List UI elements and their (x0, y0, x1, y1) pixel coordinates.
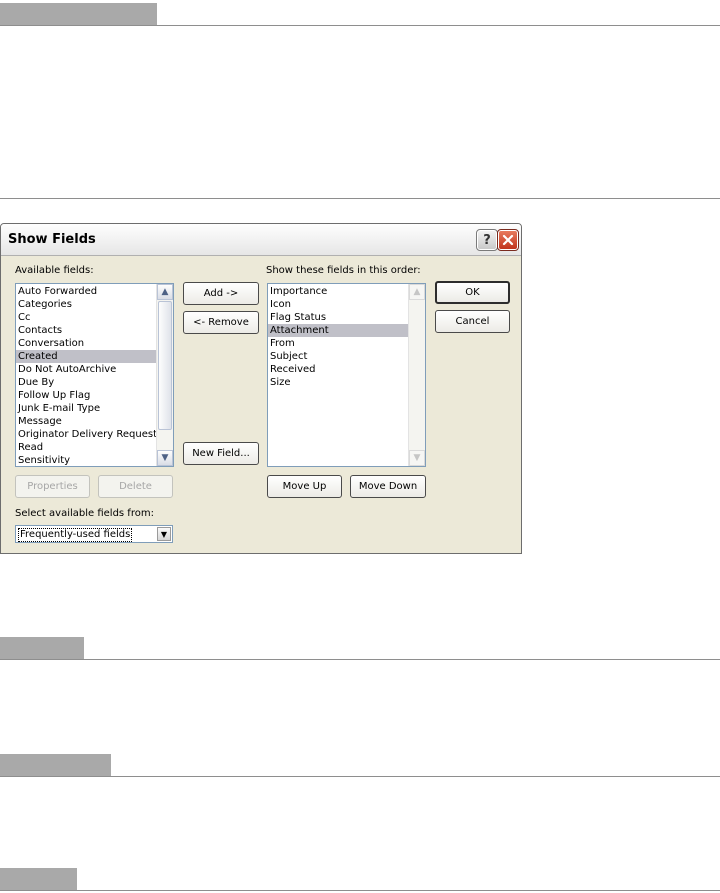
list-item[interactable]: Junk E-mail Type (16, 402, 156, 415)
show-fields-label: Show these fields in this order: (266, 265, 421, 276)
section-tab-3 (0, 868, 77, 890)
list-item[interactable]: Icon (268, 298, 408, 311)
move-up-button[interactable]: Move Up (267, 475, 342, 498)
available-list-scrollbar[interactable]: ▲ ▼ (156, 284, 173, 466)
list-item[interactable]: Sensitivity (16, 454, 156, 466)
section-rule-2 (0, 776, 720, 777)
list-item[interactable]: Created (16, 350, 156, 363)
list-item[interactable]: Originator Delivery Requested (16, 428, 156, 441)
list-item[interactable]: Size (268, 376, 408, 389)
dialog-title: Show Fields (8, 232, 96, 247)
shown-fields-list[interactable]: Importance Icon Flag Status Attachment From S… (267, 283, 426, 467)
list-item[interactable]: Read (16, 441, 156, 454)
delete-button[interactable]: Delete (98, 475, 173, 498)
header-tab (0, 3, 157, 25)
list-item[interactable]: Conversation (16, 337, 156, 350)
scroll-thumb[interactable] (158, 301, 172, 430)
question-mark-icon: ? (483, 232, 491, 248)
select-from-dropdown[interactable]: Frequently-used fields ▼ (15, 525, 173, 543)
header-rule (0, 25, 720, 26)
section-rule-1 (0, 659, 720, 660)
help-button[interactable]: ? (476, 229, 498, 251)
shown-list-scrollbar: ▲ ▼ (408, 284, 425, 466)
list-item[interactable]: Cc (16, 311, 156, 324)
list-item[interactable]: Attachment (268, 324, 408, 337)
scroll-up-arrow-icon: ▲ (409, 284, 425, 300)
list-item[interactable]: Contacts (16, 324, 156, 337)
list-item[interactable]: Due By (16, 376, 156, 389)
list-item[interactable]: Received (268, 363, 408, 376)
properties-button[interactable]: Properties (15, 475, 90, 498)
section-tab-2 (0, 754, 111, 776)
list-item[interactable]: Categories (16, 298, 156, 311)
available-fields-list[interactable]: Auto Forwarded Categories Cc Contacts Conver… (15, 283, 174, 467)
list-item[interactable]: Do Not AutoArchive (16, 363, 156, 376)
ok-button[interactable]: OK (435, 281, 510, 304)
list-item[interactable]: Message (16, 415, 156, 428)
new-field-button[interactable]: New Field... (183, 442, 259, 465)
title-bar: Show Fields ? (1, 224, 521, 256)
available-fields-label: Available fields: (15, 265, 94, 276)
list-item[interactable]: Importance (268, 285, 408, 298)
cancel-button[interactable]: Cancel (435, 310, 510, 333)
close-button[interactable] (497, 229, 519, 251)
scroll-up-arrow-icon[interactable]: ▲ (157, 284, 173, 300)
list-item[interactable]: Flag Status (268, 311, 408, 324)
select-from-value: Frequently-used fields (18, 528, 133, 542)
move-down-button[interactable]: Move Down (350, 475, 426, 498)
scroll-down-arrow-icon: ▼ (409, 450, 425, 466)
list-item[interactable]: From (268, 337, 408, 350)
section-rule-3 (0, 890, 720, 891)
scroll-down-arrow-icon[interactable]: ▼ (157, 450, 173, 466)
dropdown-arrow-icon[interactable]: ▼ (157, 527, 171, 541)
list-item[interactable]: Follow Up Flag (16, 389, 156, 402)
show-fields-dialog: Show Fields ? Available fields: Show the… (0, 223, 522, 554)
remove-button[interactable]: <- Remove (183, 311, 259, 334)
select-from-label: Select available fields from: (15, 508, 154, 519)
section-tab-1 (0, 637, 84, 659)
section-rule (0, 198, 720, 199)
close-x-icon (502, 234, 514, 246)
list-item[interactable]: Auto Forwarded (16, 285, 156, 298)
list-item[interactable]: Subject (268, 350, 408, 363)
add-button[interactable]: Add -> (183, 282, 259, 305)
